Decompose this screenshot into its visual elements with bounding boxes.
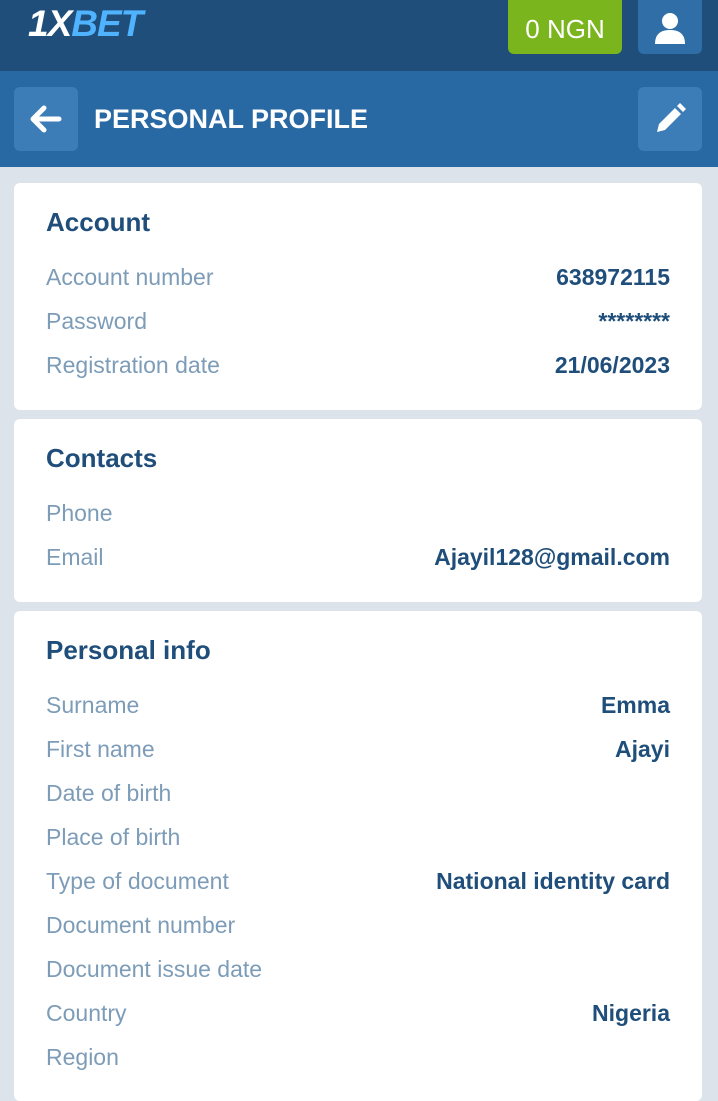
account-card: Account Account number 638972115 Passwor… (14, 183, 702, 410)
logo-prefix: 1X (28, 3, 72, 44)
row-label: Email (46, 543, 104, 570)
country-row: Country Nigeria (46, 995, 670, 1031)
row-value: Emma (600, 691, 670, 718)
back-button[interactable] (14, 87, 78, 151)
edit-button[interactable] (638, 87, 702, 151)
document-type-row: Type of document National identity card (46, 863, 670, 899)
row-value: 638972115 (556, 263, 670, 290)
document-issue-date-row: Document issue date (46, 951, 670, 987)
row-label: Type of document (46, 867, 229, 894)
user-icon (655, 13, 685, 44)
account-title: Account (46, 207, 150, 237)
account-number-row: Account number 638972115 (46, 259, 670, 295)
row-value: 21/06/2023 (554, 351, 670, 378)
page-header: PERSONAL PROFILE (0, 71, 718, 167)
personal-info-card: Personal info Surname Emma First name Aj… (14, 611, 702, 1101)
surname-row: Surname Emma (46, 687, 670, 723)
row-label: Place of birth (46, 823, 181, 850)
row-label: Surname (46, 691, 140, 718)
row-label: Region (46, 1043, 119, 1070)
row-value: National identity card (436, 867, 670, 894)
date-of-birth-row: Date of birth (46, 775, 670, 811)
password-row: Password ******** (46, 303, 670, 339)
arrow-left-icon (30, 105, 62, 133)
document-number-row: Document number (46, 907, 670, 943)
profile-button[interactable] (638, 0, 702, 54)
first-name-row: First name Ajayi (46, 731, 670, 767)
pencil-icon (657, 103, 686, 132)
row-label: First name (46, 735, 155, 762)
row-label: Phone (46, 499, 113, 526)
row-value: ******** (598, 307, 670, 334)
row-label: Document issue date (46, 955, 263, 982)
logo[interactable]: 1XBET (28, 3, 143, 44)
contacts-card: Contacts Phone Email Ajayil128@gmail.com (14, 419, 702, 602)
region-row: Region (46, 1039, 670, 1075)
page-title: PERSONAL PROFILE (94, 104, 369, 134)
row-label: Registration date (46, 351, 220, 378)
top-bar: 1XBET 0 NGN (0, 0, 718, 71)
row-label: Country (46, 999, 127, 1026)
email-row: Email Ajayil128@gmail.com (46, 539, 670, 575)
row-label: Account number (46, 263, 214, 290)
contacts-title: Contacts (46, 443, 158, 473)
row-value: Ajayil128@gmail.com (434, 543, 670, 570)
registration-date-row: Registration date 21/06/2023 (46, 347, 670, 383)
row-value: Ajayi (615, 735, 670, 762)
phone-row: Phone (46, 495, 670, 531)
balance-button[interactable]: 0 NGN (508, 0, 622, 54)
row-label: Date of birth (46, 779, 172, 806)
personal-info-title: Personal info (46, 635, 211, 665)
row-value: Nigeria (592, 999, 670, 1026)
place-of-birth-row: Place of birth (46, 819, 670, 855)
logo-suffix: BET (71, 3, 143, 44)
row-label: Document number (46, 911, 236, 938)
row-label: Password (46, 307, 147, 334)
